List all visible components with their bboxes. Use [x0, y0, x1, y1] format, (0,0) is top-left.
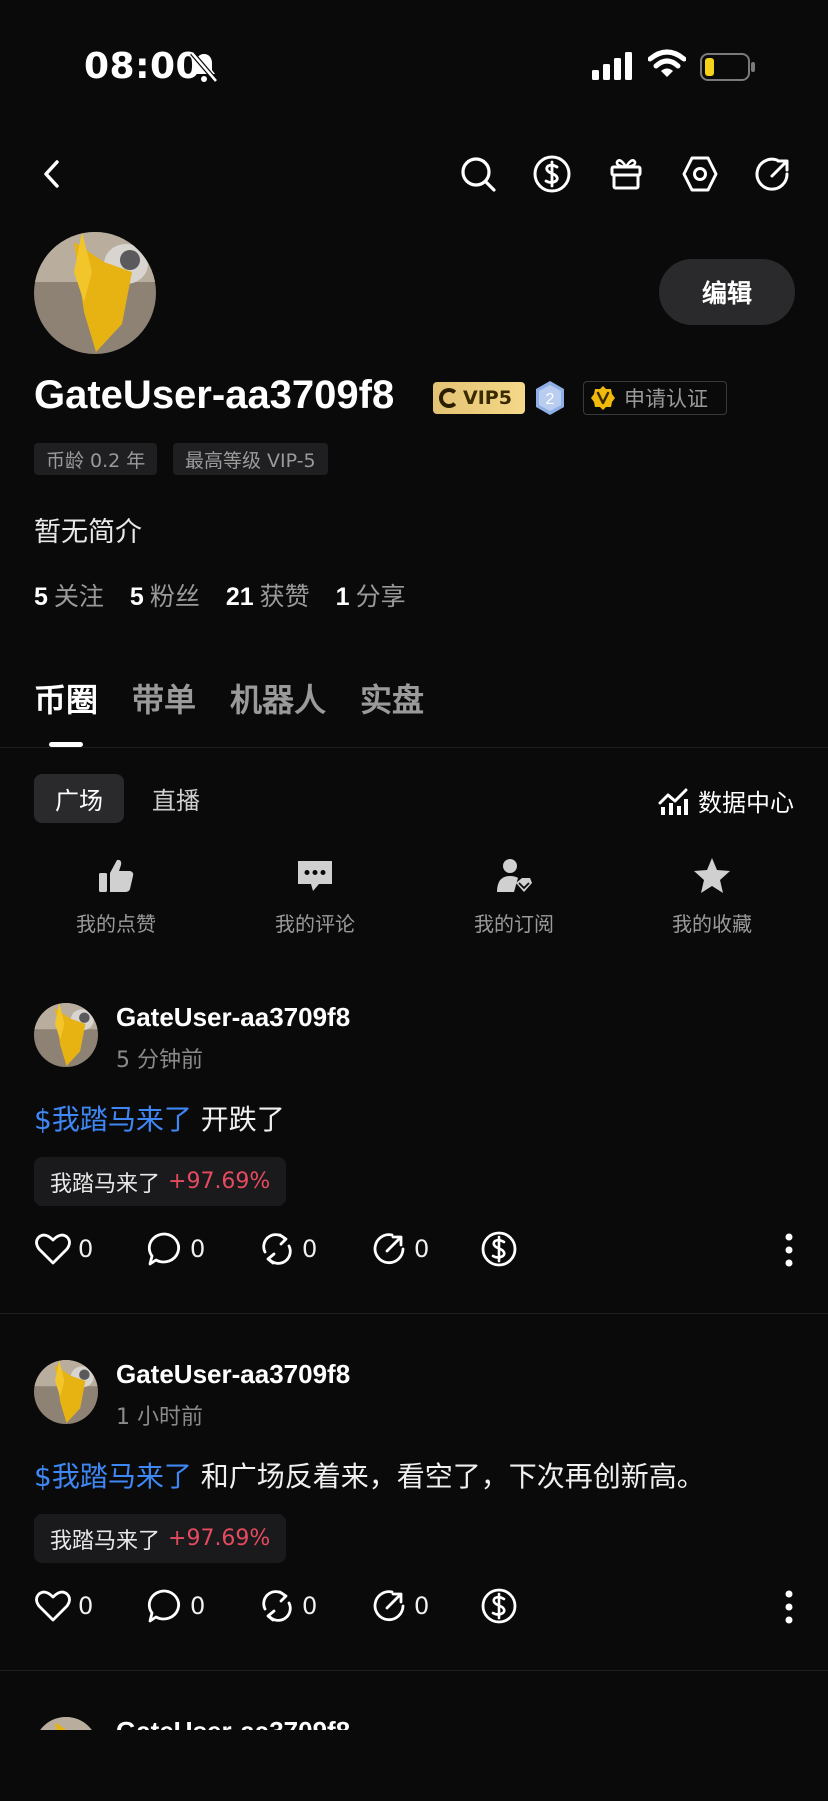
status-time: 08:00	[84, 46, 202, 87]
comment-bubble-icon	[147, 1589, 181, 1623]
repost-button[interactable]: 0	[258, 1230, 317, 1268]
vip-label: VIP5	[463, 387, 512, 409]
battery-icon	[700, 53, 755, 81]
post-coin-link[interactable]: $我踏马来了	[34, 1103, 192, 1136]
my-subscriptions-button[interactable]: 我的订阅	[454, 856, 574, 937]
post-time: 5 分钟前	[116, 1048, 203, 1073]
profile-stats: 5 关注 5 粉丝 21 获赞 1 分享	[34, 577, 406, 613]
post-avatar[interactable]	[34, 1360, 98, 1424]
post-divider	[0, 1670, 828, 1671]
repost-icon	[262, 1233, 292, 1265]
vip-logo-icon	[439, 388, 459, 408]
post-username[interactable]: GateUser-aa3709f8	[116, 1716, 350, 1730]
apply-verification-button[interactable]: 申请认证	[583, 381, 727, 415]
my-favorites-button[interactable]: 我的收藏	[652, 856, 772, 937]
comment-button[interactable]: 0	[146, 1230, 205, 1268]
dollar-tip-icon	[481, 1231, 517, 1267]
tip-button[interactable]	[480, 1230, 518, 1268]
ticker-change: +97.69%	[168, 1169, 271, 1194]
thumbs-up-icon	[99, 859, 134, 892]
back-icon[interactable]	[30, 152, 74, 196]
dollar-icon[interactable]	[530, 152, 574, 196]
settings-icon[interactable]	[678, 152, 722, 196]
repost-button[interactable]: 0	[258, 1587, 317, 1625]
verified-v-icon	[591, 386, 615, 410]
bottom-spacer	[0, 1730, 828, 1801]
main-tabs: 币圈 带单 机器人 实盘	[34, 675, 424, 721]
profile-username: GateUser-aa3709f8	[34, 373, 395, 417]
edit-profile-button[interactable]: 编辑	[659, 259, 795, 325]
post-divider	[0, 1313, 828, 1314]
share-post-button[interactable]: 0	[370, 1587, 429, 1625]
comment-bubble-icon	[147, 1232, 181, 1266]
subscribe-icon	[497, 859, 532, 892]
post-avatar[interactable]	[34, 1717, 98, 1730]
share-icon[interactable]	[752, 152, 796, 196]
post-ticker-chip[interactable]: 我踏马来了 +97.69%	[34, 1514, 287, 1563]
my-likes-button[interactable]: 我的点赞	[56, 856, 176, 937]
more-options-icon[interactable]	[784, 1232, 794, 1268]
like-button[interactable]: 0	[34, 1230, 93, 1268]
data-center-label: 数据中心	[698, 789, 794, 817]
repost-icon	[262, 1590, 292, 1622]
heart-icon	[35, 1233, 71, 1265]
chart-icon	[658, 788, 688, 815]
partial-post: GateUser-aa3709f8	[0, 1700, 828, 1730]
vip-badge[interactable]: VIP5	[433, 382, 525, 414]
tab-live-trading[interactable]: 实盘	[360, 675, 424, 721]
top-navbar	[0, 140, 828, 210]
post-username[interactable]: GateUser-aa3709f8	[116, 1002, 350, 1033]
stat-likes[interactable]: 21 获赞	[226, 577, 310, 613]
like-button[interactable]: 0	[34, 1587, 93, 1625]
post-time: 1 小时前	[116, 1405, 203, 1430]
dollar-tip-icon	[481, 1588, 517, 1624]
tabs-divider	[0, 747, 828, 748]
tag-coin-age: 币龄 0.2 年	[34, 443, 158, 475]
comment-button[interactable]: 0	[146, 1587, 205, 1625]
post-coin-link[interactable]: $我踏马来了	[34, 1460, 192, 1493]
share-arrow-icon	[373, 1590, 405, 1622]
tip-button[interactable]	[480, 1587, 518, 1625]
profile-avatar[interactable]	[34, 232, 156, 354]
tab-coin-circle[interactable]: 币圈	[34, 675, 98, 721]
signal-icon	[592, 52, 632, 80]
subtab-square[interactable]: 广场	[34, 774, 124, 823]
wifi-icon	[648, 49, 686, 77]
profile-bio: 暂无简介	[34, 517, 142, 548]
stat-following[interactable]: 5 关注	[34, 577, 104, 613]
stat-followers[interactable]: 5 粉丝	[130, 577, 200, 613]
post-username[interactable]: GateUser-aa3709f8	[116, 1359, 350, 1390]
post-content[interactable]: $我踏马来了 和广场反着来，看空了，下次再创新高。	[34, 1455, 705, 1495]
post-actions: 0 0 0 0	[34, 1587, 794, 1627]
gift-icon[interactable]	[604, 152, 648, 196]
bell-muted-icon	[190, 51, 218, 83]
tab-bots[interactable]: 机器人	[230, 675, 326, 721]
stat-shares[interactable]: 1 分享	[336, 577, 406, 613]
comment-icon	[298, 861, 332, 891]
search-icon[interactable]	[456, 152, 500, 196]
post-ticker-chip[interactable]: 我踏马来了 +97.69%	[34, 1157, 287, 1206]
share-arrow-icon	[373, 1233, 405, 1265]
more-options-icon[interactable]	[784, 1589, 794, 1625]
star-icon	[694, 858, 730, 893]
ticker-change: +97.69%	[168, 1526, 271, 1551]
level-badge[interactable]: 2	[534, 380, 566, 416]
post-actions: 0 0 0 0	[34, 1230, 794, 1270]
data-center-link[interactable]: 数据中心	[658, 783, 794, 818]
post-avatar[interactable]	[34, 1003, 98, 1067]
verify-label: 申请认证	[624, 387, 708, 411]
status-bar: 08:00	[0, 0, 828, 130]
tab-copy-trading[interactable]: 带单	[132, 675, 196, 721]
level-number: 2	[546, 391, 555, 408]
subtab-live[interactable]: 直播	[152, 774, 200, 823]
post-content[interactable]: $我踏马来了 开跌了	[34, 1098, 285, 1138]
heart-icon	[35, 1590, 71, 1622]
my-comments-button[interactable]: 我的评论	[255, 856, 375, 937]
share-post-button[interactable]: 0	[370, 1230, 429, 1268]
tag-max-level: 最高等级 VIP-5	[173, 443, 328, 475]
